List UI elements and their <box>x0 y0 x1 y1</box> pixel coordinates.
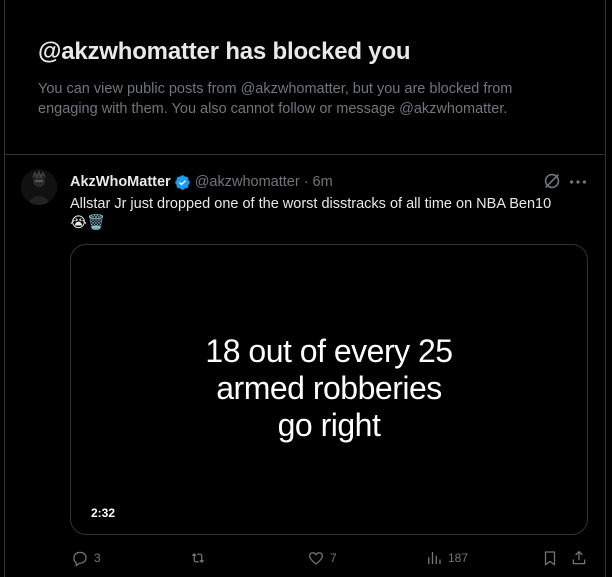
video-duration: 2:32 <box>85 504 122 522</box>
tweet-actions: 3 7 187 <box>5 546 605 574</box>
reply-icon <box>73 551 87 567</box>
share-button[interactable] <box>570 549 588 567</box>
tweet-header: AkzWhoMatter @akzwhomatter · 6m <box>70 172 333 192</box>
grok-icon[interactable] <box>541 170 563 192</box>
share-icon <box>572 550 586 565</box>
repost-icon <box>191 553 205 563</box>
bookmark-button[interactable] <box>541 549 559 567</box>
tweet-text-line: Allstar Jr just dropped one of the worst… <box>70 196 552 212</box>
avatar[interactable] <box>21 169 57 205</box>
reply-button[interactable]: 3 <box>71 549 101 567</box>
video-player[interactable]: 18 out of every 25 armed robberies go ri… <box>70 244 588 535</box>
blocked-title: @akzwhomatter has blocked you <box>38 38 411 65</box>
timestamp[interactable]: 6m <box>313 174 333 190</box>
like-count: 7 <box>330 551 337 565</box>
video-caption-line: 18 out of every 25 <box>205 333 453 369</box>
heart-icon <box>308 552 324 565</box>
author-handle[interactable]: @akzwhomatter <box>195 174 300 190</box>
views-button[interactable]: 187 <box>425 549 468 567</box>
blocked-description: You can view public posts from @akzwhoma… <box>38 81 513 117</box>
tweet[interactable]: AkzWhoMatter @akzwhomatter · 6m Allstar … <box>5 156 605 577</box>
repost-button[interactable] <box>189 549 212 567</box>
like-button[interactable]: 7 <box>307 549 337 567</box>
view-count: 187 <box>448 551 469 565</box>
separator-dot: · <box>303 174 309 190</box>
video-caption-line: armed robberies <box>216 370 442 406</box>
more-icon[interactable] <box>567 171 589 193</box>
video-caption-line: go right <box>277 407 381 443</box>
blocked-notice: @akzwhomatter has blocked you You can vi… <box>5 0 605 155</box>
avatar-image <box>21 169 57 205</box>
bookmark-icon <box>544 551 556 566</box>
verified-badge-icon <box>174 174 190 190</box>
views-icon <box>428 552 441 564</box>
reply-count: 3 <box>94 551 101 565</box>
timeline-column: @akzwhomatter has blocked you You can vi… <box>4 0 606 577</box>
tweet-text: Allstar Jr just dropped one of the worst… <box>70 195 590 233</box>
tweet-emojis: 😭🗑️ <box>70 215 105 231</box>
video-caption: 18 out of every 25 armed robberies go ri… <box>71 333 587 444</box>
author-name[interactable]: AkzWhoMatter <box>70 174 171 190</box>
